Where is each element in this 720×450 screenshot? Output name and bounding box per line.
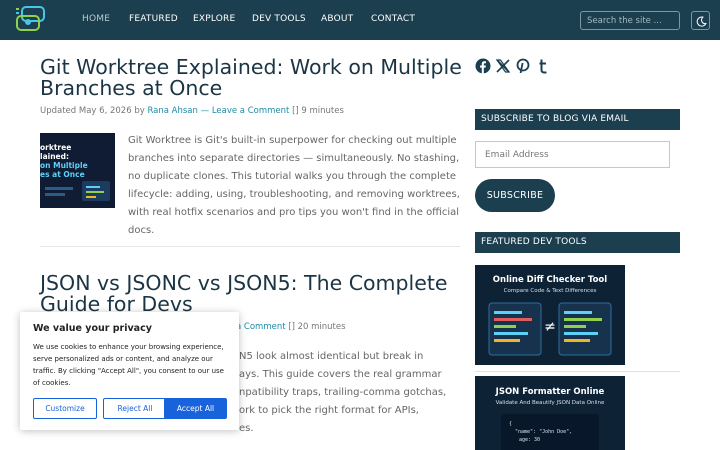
diff-illustration: ≠: [488, 302, 612, 356]
thumbnail-art: [45, 181, 110, 201]
svg-text:≠: ≠: [544, 319, 556, 335]
tumblr-icon[interactable]: [535, 58, 551, 74]
post-meta: Updated May 6, 2026 by Rana Ahsan — Leav…: [40, 106, 344, 116]
email-field[interactable]: [475, 141, 670, 168]
featured-tools-title: FEATURED DEV TOOLS: [475, 232, 680, 253]
post-thumbnail[interactable]: orktree lained: on Multiple es at Once: [40, 133, 115, 208]
diff-checker-card[interactable]: Online Diff Checker Tool Compare Code & …: [475, 265, 625, 365]
pinterest-icon[interactable]: [515, 58, 531, 74]
subscribe-button[interactable]: SUBSCRIBE: [475, 179, 555, 212]
nav-explore[interactable]: EXPLORE: [193, 14, 235, 24]
json-formatter-card[interactable]: JSON Formatter Online Validate And Beaut…: [475, 376, 625, 450]
subscribe-widget-title: SUBSCRIBE TO BLOG VIA EMAIL: [475, 109, 680, 130]
nav-about[interactable]: ABOUT: [321, 14, 353, 24]
customize-button[interactable]: Customize: [33, 398, 97, 419]
nav-dev-tools[interactable]: DEV TOOLS: [252, 14, 306, 24]
theme-toggle-button[interactable]: [691, 11, 710, 30]
x-icon[interactable]: [495, 58, 511, 74]
site-logo[interactable]: [14, 4, 46, 34]
post-title[interactable]: Git Worktree Explained: Work on Multiple…: [40, 57, 480, 99]
comment-link[interactable]: Leave a Comment: [212, 106, 290, 116]
nav-home[interactable]: HOME: [82, 14, 110, 24]
moon-icon: [696, 16, 707, 27]
reject-all-button[interactable]: Reject All: [103, 398, 167, 419]
sidebar-divider: [475, 371, 680, 372]
comment-link[interactable]: a Comment: [236, 322, 286, 332]
facebook-icon[interactable]: [475, 58, 491, 74]
search-input[interactable]: [580, 11, 680, 30]
post-excerpt: Git Worktree is Git's built-in superpowe…: [128, 135, 460, 236]
accept-all-button[interactable]: Accept All: [164, 398, 227, 419]
post-meta: a Comment [] 20 minutes: [236, 322, 346, 332]
nav-contact[interactable]: CONTACT: [371, 14, 415, 24]
post-title[interactable]: JSON vs JSONC vs JSON5: The Complete Gui…: [40, 273, 480, 315]
author-link[interactable]: Rana Ahsan: [147, 106, 197, 116]
json-code-sample: { "name": "John Doe", age: 30: [501, 414, 599, 450]
nav-featured[interactable]: FEATURED: [129, 14, 178, 24]
post-excerpt: N5 look almost identical but break in ay…: [239, 351, 447, 434]
cookie-text: We use cookies to enhance your browsing …: [33, 343, 224, 387]
post-divider: [40, 246, 460, 247]
cookie-title: We value your privacy: [33, 323, 152, 334]
cookie-consent-banner: We value your privacy We use cookies to …: [20, 312, 239, 430]
site-header: HOME FEATURED EXPLORE DEV TOOLS ABOUT CO…: [0, 0, 720, 40]
